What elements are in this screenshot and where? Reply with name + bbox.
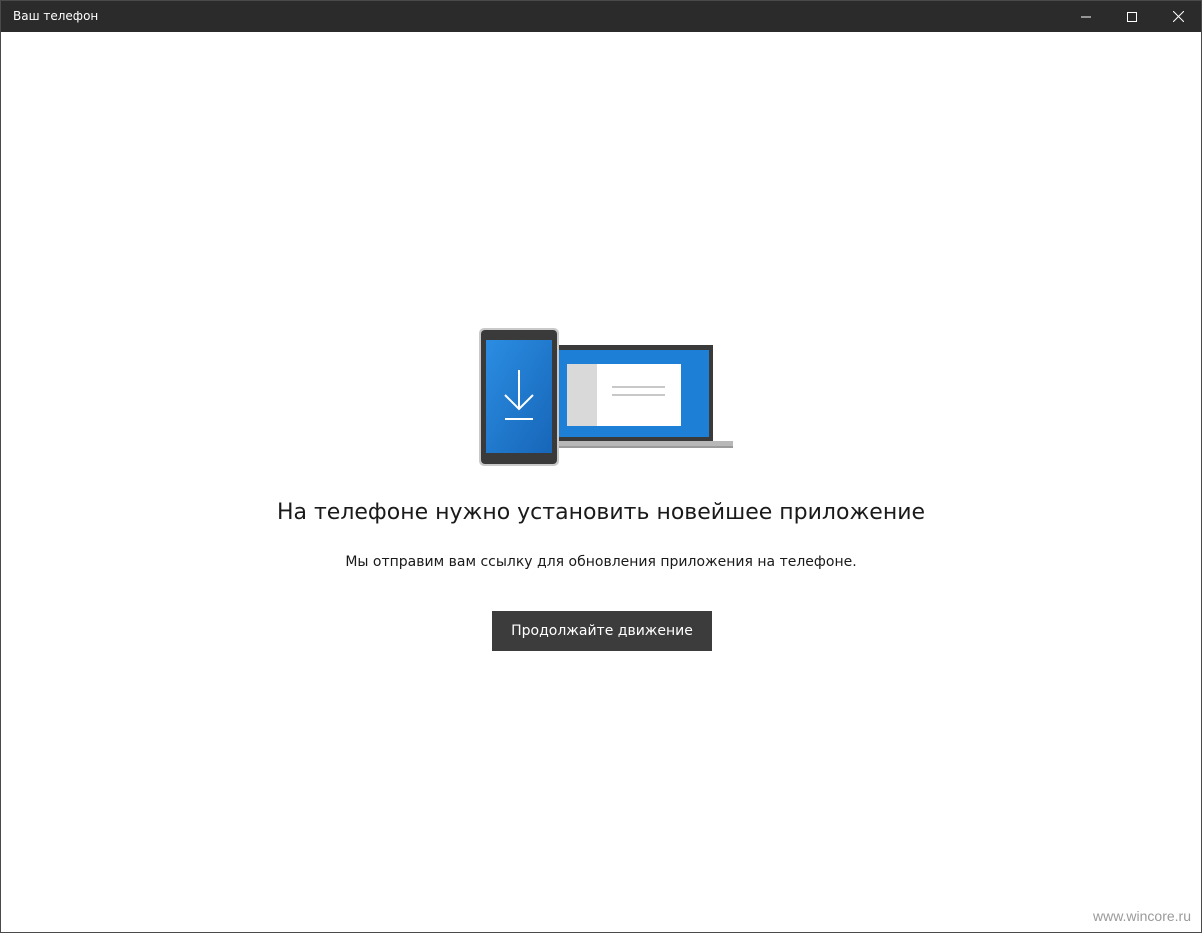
window-title: Ваш телефон [13,9,99,23]
minimize-icon [1081,16,1091,17]
close-button[interactable] [1155,1,1201,32]
phone-download-laptop-icon [479,328,733,466]
page-description: Мы отправим вам ссылку для обновления пр… [345,554,857,570]
laptop-base [553,441,733,446]
close-icon [1172,11,1184,22]
title-bar[interactable]: Ваш телефон [1,1,1201,32]
laptop-window-sidebar [567,364,597,426]
page-heading: На телефоне нужно установить новейшее пр… [276,500,926,525]
watermark: www.wincore.ru [1092,908,1191,924]
app-window: Ваш телефон На телефоне нужно установить… [0,0,1202,933]
continue-button[interactable]: Продолжайте движение [492,611,712,651]
maximize-icon [1127,11,1137,22]
maximize-button[interactable] [1109,1,1155,32]
minimize-button[interactable] [1063,1,1109,32]
main-content: На телефоне нужно установить новейшее пр… [1,32,1201,932]
